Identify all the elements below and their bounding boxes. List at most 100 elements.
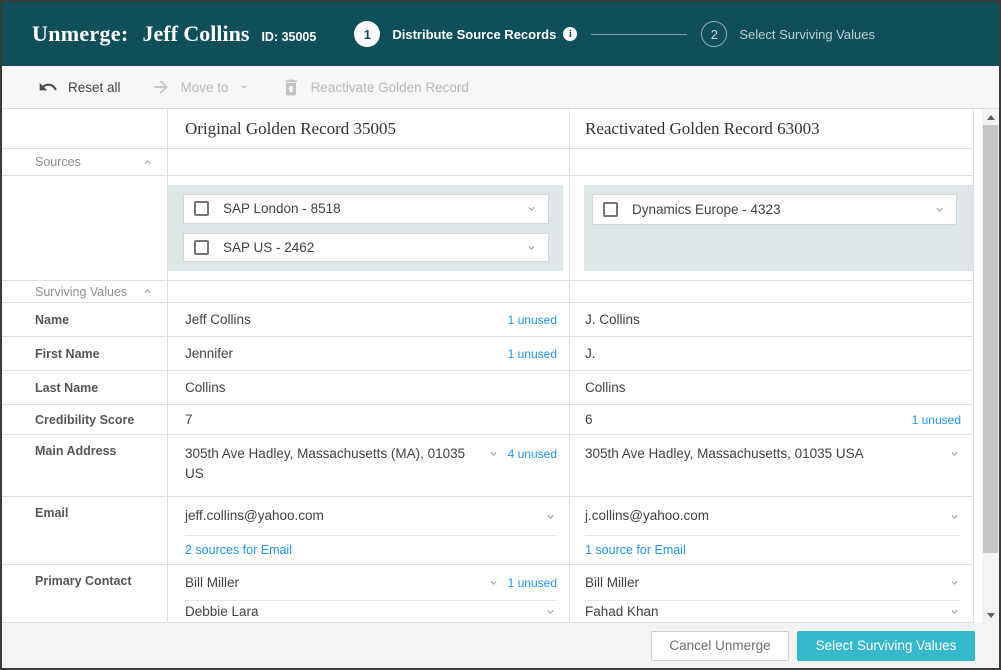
value-last-name: Collins <box>185 378 557 398</box>
unused-link-first-name[interactable]: 1 unused <box>508 347 557 361</box>
sidebar: Sources Surviving Values Name First Name… <box>2 109 168 623</box>
chevron-down-icon[interactable] <box>525 241 538 254</box>
field-label-primary-contact: Primary Contact <box>2 565 167 623</box>
checkbox-dynamics-europe[interactable] <box>603 202 618 217</box>
sidebar-header-spacer <box>2 109 167 149</box>
row-name-left: Jeff Collins 1 unused <box>168 303 569 337</box>
record-id: ID: 35005 <box>261 30 316 44</box>
field-label-name: Name <box>2 303 167 337</box>
sources-section-toggle[interactable]: Sources <box>2 149 167 176</box>
undo-icon <box>38 77 58 97</box>
step-connector-line <box>591 34 687 35</box>
source-dropdown-sap-london[interactable]: SAP London - 8518 <box>183 194 549 224</box>
reset-all-button[interactable]: Reset all <box>38 77 121 97</box>
chevron-down-icon[interactable] <box>487 447 500 460</box>
row-main-address-left[interactable]: 305th Ave Hadley, Massachusetts (MA), 01… <box>168 435 569 497</box>
scrollbar-thumb[interactable] <box>983 125 998 553</box>
vertical-scrollbar[interactable] <box>982 109 999 623</box>
sources-for-email-link[interactable]: 1 source for Email <box>585 543 686 557</box>
value-credibility: 7 <box>185 410 557 430</box>
left-sources-panel: SAP London - 8518 SAP US - 2462 <box>168 185 563 271</box>
title-record-name: Jeff Collins <box>142 21 249 47</box>
contact-select-left-2[interactable]: Debbie Lara <box>185 601 557 622</box>
wizard-stepper: 1 Distribute Source Records 2 Select Sur… <box>354 21 875 47</box>
value-primary-contact-1: Bill Miller <box>585 573 940 593</box>
value-primary-contact-1: Bill Miller <box>185 573 479 593</box>
value-first-name: J. <box>585 344 961 364</box>
checkbox-sap-london[interactable] <box>194 201 209 216</box>
left-sources-spacer <box>168 149 569 176</box>
unused-link-primary-contact[interactable]: 1 unused <box>508 576 557 590</box>
chevron-down-icon[interactable] <box>544 510 557 523</box>
chevron-down-icon[interactable] <box>948 605 961 618</box>
step-select-surviving-values[interactable]: 2 Select Surviving Values <box>701 21 875 47</box>
select-surviving-values-button[interactable]: Select Surviving Values <box>797 631 975 661</box>
row-first-name-right: J. <box>570 337 973 371</box>
value-primary-contact-2: Debbie Lara <box>185 602 536 622</box>
chevron-down-icon[interactable] <box>948 447 961 460</box>
value-email: j.collins@yahoo.com <box>585 506 940 526</box>
row-last-name-right: Collins <box>570 371 973 405</box>
source-dropdown-sap-us[interactable]: SAP US - 2462 <box>183 233 549 263</box>
field-label-email: Email <box>2 497 167 565</box>
value-first-name: Jennifer <box>185 344 500 364</box>
info-icon[interactable] <box>563 27 577 41</box>
reactivate-golden-record-button[interactable]: Reactivate Golden Record <box>281 77 469 97</box>
sidebar-sources-spacer <box>2 176 167 281</box>
column-original-golden-record: Original Golden Record 35005 SAP London … <box>168 109 570 623</box>
unused-link-name[interactable]: 1 unused <box>508 313 557 327</box>
unused-link-main-address[interactable]: 4 unused <box>508 447 557 461</box>
step-2-label: Select Surviving Values <box>739 27 875 42</box>
contact-select-right-1[interactable]: Bill Miller <box>585 565 961 601</box>
contact-select-left-1[interactable]: Bill Miller 1 unused <box>185 565 557 601</box>
chevron-down-icon[interactable] <box>544 605 557 618</box>
cancel-unmerge-button[interactable]: Cancel Unmerge <box>651 631 789 661</box>
email-select-right[interactable]: j.collins@yahoo.com <box>585 497 961 536</box>
footer-action-bar: Cancel Unmerge Select Surviving Values <box>2 623 999 668</box>
caret-down-icon <box>237 80 251 94</box>
row-email-left: jeff.collins@yahoo.com 2 sources for Ema… <box>168 497 569 565</box>
chevron-down-icon[interactable] <box>948 510 961 523</box>
value-name: J. Collins <box>585 310 961 330</box>
row-first-name-left: Jennifer 1 unused <box>168 337 569 371</box>
right-sources-cell: Dynamics Europe - 4323 <box>570 176 973 281</box>
chevron-down-icon[interactable] <box>933 203 946 216</box>
chevron-down-icon[interactable] <box>525 202 538 215</box>
surviving-values-section-toggle[interactable]: Surviving Values <box>2 281 167 303</box>
unmerge-window: Unmerge: Jeff Collins ID: 35005 1 Distri… <box>0 0 1001 670</box>
sources-for-email-link[interactable]: 2 sources for Email <box>185 543 292 557</box>
chevron-down-icon[interactable] <box>487 576 500 589</box>
main-area: Sources Surviving Values Name First Name… <box>2 109 999 623</box>
source-label: SAP London - 8518 <box>223 201 525 216</box>
email-select-left[interactable]: jeff.collins@yahoo.com <box>185 497 557 536</box>
page-title: Unmerge: Jeff Collins ID: 35005 <box>32 21 316 47</box>
value-main-address: 305th Ave Hadley, Massachusetts, 01035 U… <box>585 444 940 464</box>
step-distribute-source-records[interactable]: 1 Distribute Source Records <box>354 21 577 47</box>
contact-select-right-2[interactable]: Fahad Khan <box>585 601 961 622</box>
field-label-last-name: Last Name <box>2 371 167 405</box>
value-main-address: 305th Ave Hadley, Massachusetts (MA), 01… <box>185 444 479 483</box>
title-prefix: Unmerge: <box>32 21 128 47</box>
value-last-name: Collins <box>585 378 961 398</box>
scroll-down-arrow[interactable] <box>982 607 999 623</box>
scroll-up-arrow[interactable] <box>982 109 999 125</box>
step-1-circle: 1 <box>354 21 380 47</box>
left-sv-spacer <box>168 281 569 303</box>
value-email: jeff.collins@yahoo.com <box>185 506 536 526</box>
column-reactivated-golden-record: Reactivated Golden Record 63003 Dynamics… <box>570 109 974 623</box>
row-last-name-left: Collins <box>168 371 569 405</box>
chevron-up-icon <box>141 156 154 169</box>
surviving-values-section-label: Surviving Values <box>35 285 127 299</box>
move-to-label: Move to <box>181 80 229 95</box>
row-primary-contact-left: Bill Miller 1 unused Debbie Lara <box>168 565 569 623</box>
row-credibility-left: 7 <box>168 405 569 435</box>
unused-link-credibility[interactable]: 1 unused <box>912 413 961 427</box>
checkbox-sap-us[interactable] <box>194 240 209 255</box>
row-main-address-right[interactable]: 305th Ave Hadley, Massachusetts, 01035 U… <box>570 435 973 497</box>
step-2-circle: 2 <box>701 21 727 47</box>
move-to-button[interactable]: Move to <box>151 77 251 97</box>
source-dropdown-dynamics-europe[interactable]: Dynamics Europe - 4323 <box>592 194 957 225</box>
source-label: SAP US - 2462 <box>223 240 525 255</box>
step-1-label: Distribute Source Records <box>392 27 556 42</box>
chevron-down-icon[interactable] <box>948 576 961 589</box>
